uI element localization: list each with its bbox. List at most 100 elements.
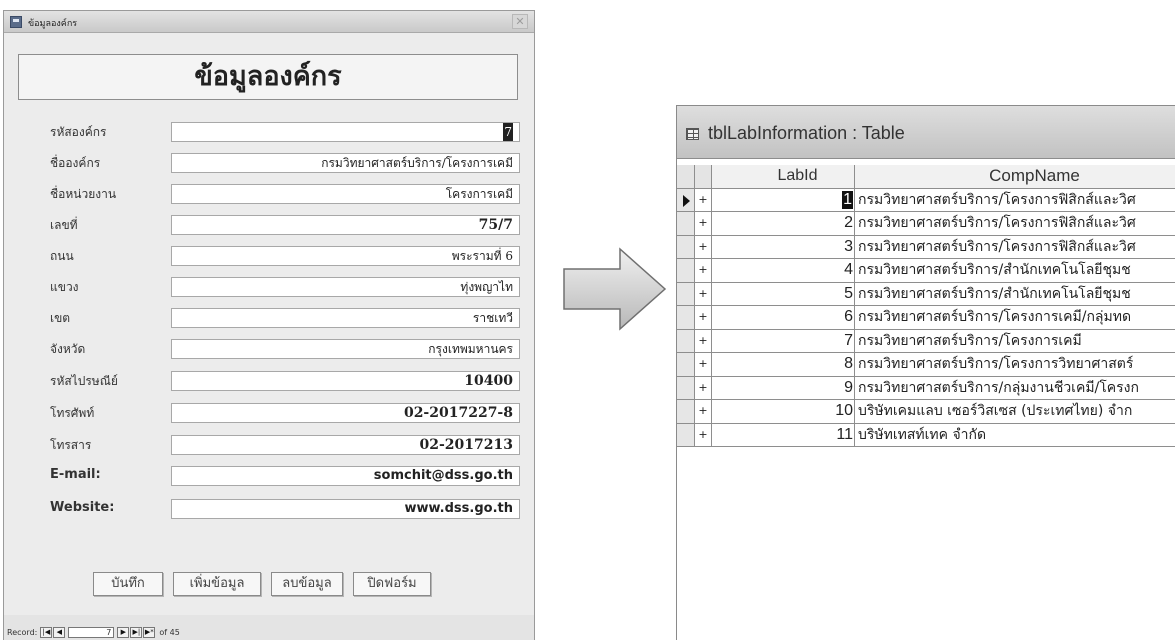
column-header-labid[interactable]: LabId xyxy=(712,165,855,188)
fax-input[interactable]: 02-2017213 xyxy=(171,435,520,455)
record-selector[interactable] xyxy=(677,400,695,423)
phone-input[interactable]: 02-2017227-8 xyxy=(171,403,520,423)
subdistrict-input[interactable]: ทุ่งพญาไท xyxy=(171,277,520,297)
plus-icon[interactable]: + xyxy=(695,329,712,352)
labid-cell[interactable]: 2 xyxy=(712,212,855,235)
labid-cell[interactable]: 3 xyxy=(712,235,855,258)
labid-cell[interactable]: 9 xyxy=(712,376,855,399)
record-selector[interactable] xyxy=(677,282,695,305)
compname-cell[interactable]: กรมวิทยาศาสตร์บริการ/โครงการเคมี/กลุ่มทด xyxy=(855,306,1175,329)
plus-icon[interactable]: + xyxy=(695,376,712,399)
plus-icon[interactable]: + xyxy=(695,400,712,423)
record-selector[interactable] xyxy=(677,376,695,399)
record-selector[interactable] xyxy=(677,259,695,282)
plus-icon[interactable]: + xyxy=(695,353,712,376)
province-input[interactable]: กรุงเทพมหานคร xyxy=(171,339,520,359)
record-selector[interactable] xyxy=(677,423,695,446)
road-input[interactable]: พระรามที่ 6 xyxy=(171,246,520,266)
record-selector[interactable] xyxy=(677,212,695,235)
form-header-title: ข้อมูลองค์กร xyxy=(18,54,518,100)
record-selector-icon xyxy=(683,194,690,207)
postcode-label: รหัสไปรษณีย์ xyxy=(50,374,118,388)
address-number-input[interactable]: 75/7 xyxy=(171,215,520,235)
close-form-button[interactable]: ปิดฟอร์ม xyxy=(353,572,431,596)
compname-cell[interactable]: บริษัทเทสท์เทค จำกัด xyxy=(855,424,1175,447)
compname-cell[interactable]: กรมวิทยาศาสตร์บริการ/สำนักเทคโนโลยีชุมช xyxy=(855,283,1175,306)
record-selector[interactable] xyxy=(677,188,695,211)
record-selector[interactable] xyxy=(677,235,695,258)
plus-icon[interactable]: + xyxy=(695,306,712,329)
field-row-district: เขต ราชเทวี xyxy=(4,308,536,328)
unit-name-input[interactable]: โครงการเคมี xyxy=(171,184,520,204)
labid-cell[interactable]: 4 xyxy=(712,259,855,282)
org-name-input[interactable]: กรมวิทยาศาสตร์บริการ/โครงการเคมี xyxy=(171,153,520,173)
field-row-road: ถนน พระรามที่ 6 xyxy=(4,246,536,266)
labid-value: 1 xyxy=(842,190,853,209)
field-row-website: Website: www.dss.go.th xyxy=(4,499,536,519)
compname-cell[interactable]: กรมวิทยาศาสตร์บริการ/กลุ่มงานชีวเคมี/โคร… xyxy=(855,377,1175,400)
table-row[interactable]: + 8 กรมวิทยาศาสตร์บริการ/โครงการวิทยาศาส… xyxy=(677,353,1175,377)
table-row[interactable]: + 11 บริษัทเทสท์เทค จำกัด xyxy=(677,423,1175,447)
table-row[interactable]: + 3 กรมวิทยาศาสตร์บริการ/โครงการฟิสิกส์แ… xyxy=(677,235,1175,259)
compname-cell[interactable]: กรมวิทยาศาสตร์บริการ/โครงการเคมี xyxy=(855,330,1175,353)
email-input[interactable]: somchit@dss.go.th xyxy=(171,466,520,486)
org-id-value: 7 xyxy=(503,123,513,141)
province-label: จังหวัด xyxy=(50,342,86,356)
right-arrow-icon xyxy=(563,247,667,331)
compname-cell[interactable]: กรมวิทยาศาสตร์บริการ/สำนักเทคโนโลยีชุมช xyxy=(855,259,1175,282)
record-selector[interactable] xyxy=(677,329,695,352)
website-input[interactable]: www.dss.go.th xyxy=(171,499,520,519)
form-icon xyxy=(10,16,22,28)
plus-icon[interactable]: + xyxy=(695,259,712,282)
plus-icon[interactable]: + xyxy=(695,188,712,211)
labid-cell[interactable]: 8 xyxy=(712,353,855,376)
table-row[interactable]: + 6 กรมวิทยาศาสตร์บริการ/โครงการเคมี/กลุ… xyxy=(677,306,1175,330)
field-row-province: จังหวัด กรุงเทพมหานคร xyxy=(4,339,536,359)
save-button[interactable]: บันทึก xyxy=(93,572,163,596)
table-row[interactable]: + 5 กรมวิทยาศาสตร์บริการ/สำนักเทคโนโลยีช… xyxy=(677,282,1175,306)
column-header-compname[interactable]: CompName xyxy=(855,165,1175,188)
compname-cell[interactable]: กรมวิทยาศาสตร์บริการ/โครงการฟิสิกส์และวิ… xyxy=(855,189,1175,212)
first-record-icon[interactable]: |◀ xyxy=(40,626,53,638)
compname-cell[interactable]: บริษัทเคมแลบ เซอร์วิสเซส (ประเทศไทย) จำก xyxy=(855,400,1175,423)
record-navigator: Record: |◀ ◀ 7 ▶ ▶| ▶* of 45 xyxy=(7,626,180,638)
current-record-input[interactable]: 7 xyxy=(68,626,115,638)
labid-cell[interactable]: 10 xyxy=(712,400,855,423)
select-all-corner[interactable] xyxy=(677,165,695,188)
record-label: Record: xyxy=(7,627,38,637)
website-label: Website: xyxy=(50,500,115,515)
prev-record-icon[interactable]: ◀ xyxy=(53,626,66,638)
table-row[interactable]: + 7 กรมวิทยาศาสตร์บริการ/โครงการเคมี xyxy=(677,329,1175,353)
compname-cell[interactable]: กรมวิทยาศาสตร์บริการ/โครงการฟิสิกส์และวิ… xyxy=(855,236,1175,259)
field-row-phone: โทรศัพท์ 02-2017227-8 xyxy=(4,403,536,423)
delete-record-button[interactable]: ลบข้อมูล xyxy=(271,572,343,596)
labid-cell[interactable]: 6 xyxy=(712,306,855,329)
compname-cell[interactable]: กรมวิทยาศาสตร์บริการ/โครงการฟิสิกส์และวิ… xyxy=(855,212,1175,235)
org-id-input[interactable]: 7 xyxy=(171,122,520,142)
record-selector[interactable] xyxy=(677,353,695,376)
table-row[interactable]: + 1 กรมวิทยาศาสตร์บริการ/โครงการฟิสิกส์แ… xyxy=(677,188,1175,212)
table-row[interactable]: + 4 กรมวิทยาศาสตร์บริการ/สำนักเทคโนโลยีช… xyxy=(677,259,1175,283)
compname-cell[interactable]: กรมวิทยาศาสตร์บริการ/โครงการวิทยาศาสตร์ xyxy=(855,353,1175,376)
labid-cell[interactable]: 5 xyxy=(712,282,855,305)
labid-cell[interactable]: 11 xyxy=(712,423,855,446)
district-input[interactable]: ราชเทวี xyxy=(171,308,520,328)
table-row[interactable]: + 9 กรมวิทยาศาสตร์บริการ/กลุ่มงานชีวเคมี… xyxy=(677,376,1175,400)
table-row[interactable]: + 2 กรมวิทยาศาสตร์บริการ/โครงการฟิสิกส์แ… xyxy=(677,212,1175,236)
plus-icon[interactable]: + xyxy=(695,235,712,258)
plus-icon[interactable]: + xyxy=(695,212,712,235)
record-selector[interactable] xyxy=(677,306,695,329)
add-record-button[interactable]: เพิ่มข้อมูล xyxy=(173,572,261,596)
plus-icon[interactable]: + xyxy=(695,423,712,446)
new-record-icon[interactable]: ▶* xyxy=(143,626,156,638)
plus-icon[interactable]: + xyxy=(695,282,712,305)
next-record-icon[interactable]: ▶ xyxy=(117,626,130,638)
table-row[interactable]: + 10 บริษัทเคมแลบ เซอร์วิสเซส (ประเทศไทย… xyxy=(677,400,1175,424)
close-icon[interactable]: ✕ xyxy=(512,14,528,29)
last-record-icon[interactable]: ▶| xyxy=(130,626,143,638)
table-window-title: tblLabInformation : Table xyxy=(708,123,905,143)
postcode-input[interactable]: 10400 xyxy=(171,371,520,391)
field-row-subdistrict: แขวง ทุ่งพญาไท xyxy=(4,277,536,297)
labid-cell[interactable]: 7 xyxy=(712,329,855,352)
labid-cell[interactable]: 1 xyxy=(712,188,855,211)
